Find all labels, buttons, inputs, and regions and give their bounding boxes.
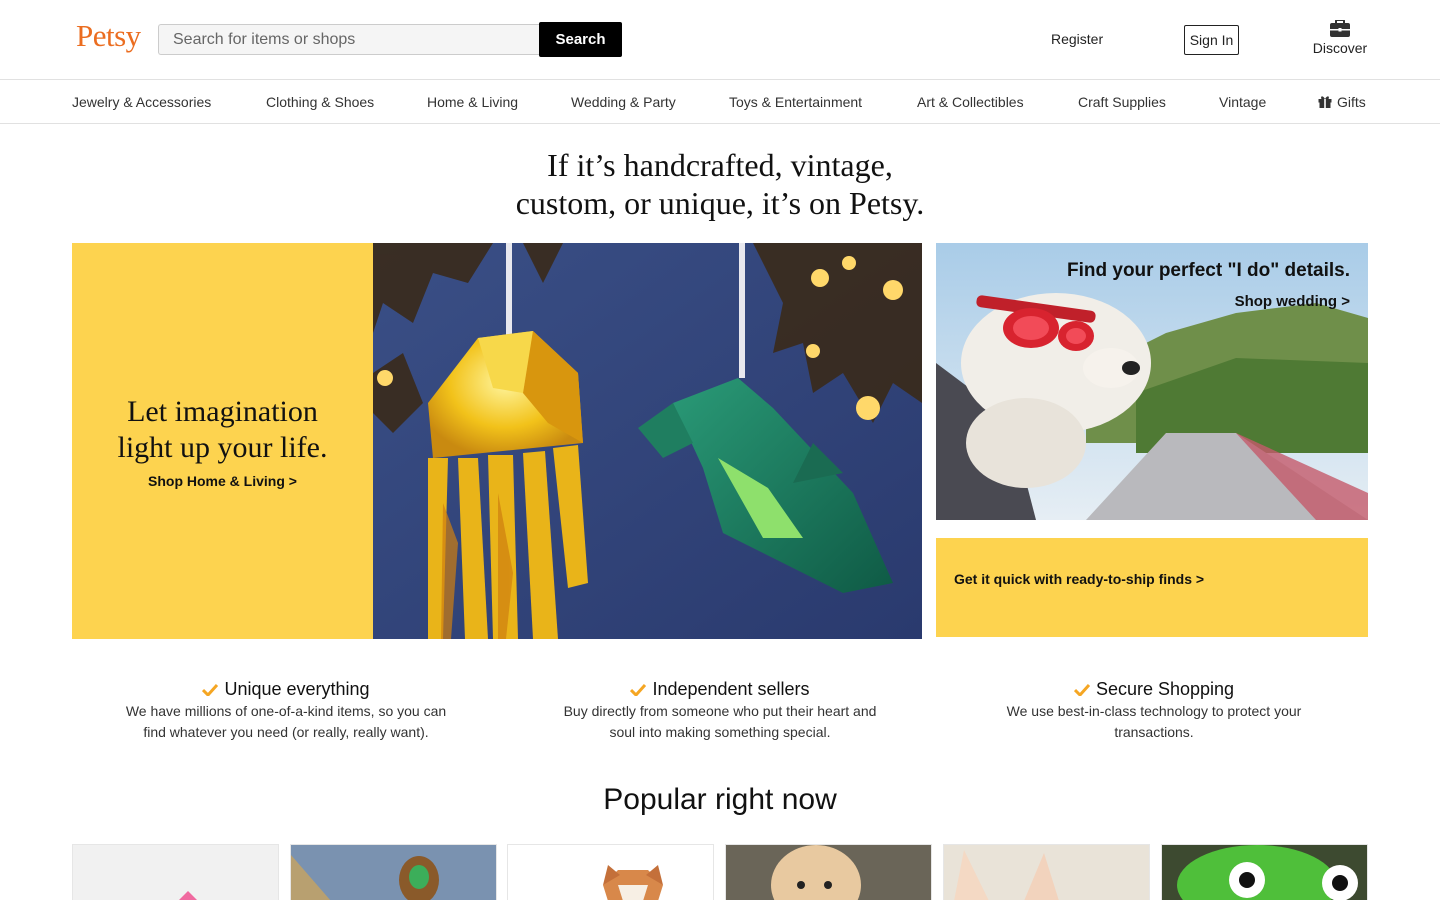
discover-label: Discover bbox=[1312, 40, 1368, 56]
hero-line-1: If it’s handcrafted, vintage, bbox=[547, 147, 893, 183]
popular-item-tile[interactable] bbox=[943, 844, 1150, 900]
checkmark-icon bbox=[630, 684, 647, 696]
nav-gifts-label: Gifts bbox=[1337, 94, 1366, 110]
popular-item-tile[interactable] bbox=[1161, 844, 1368, 900]
value-prop-desc: We have millions of one-of-a-kind items,… bbox=[125, 703, 447, 740]
dog-goggles-image bbox=[936, 243, 1368, 520]
category-nav: Jewelry & Accessories Clothing & Shoes H… bbox=[0, 80, 1440, 124]
value-prop-sellers: Independent sellers Buy directly from so… bbox=[535, 678, 905, 743]
ready-to-ship-card[interactable]: Get it quick with ready-to-ship finds > bbox=[936, 538, 1368, 637]
nav-item-wedding[interactable]: Wedding & Party bbox=[571, 94, 676, 110]
paper-lantern-image[interactable] bbox=[373, 243, 922, 639]
discover-button[interactable]: Discover bbox=[1310, 20, 1370, 62]
popular-heading: Popular right now bbox=[603, 783, 837, 816]
hero-line-2: custom, or unique, it’s on Petsy. bbox=[515, 185, 925, 221]
briefcase-icon bbox=[1330, 20, 1350, 37]
product-thumbnail bbox=[1162, 845, 1367, 900]
lantern-illustration bbox=[373, 243, 922, 639]
search-button[interactable]: Search bbox=[539, 22, 622, 57]
value-prop-title: Independent sellers bbox=[535, 678, 905, 700]
promo-title-line-2: light up your life. bbox=[117, 431, 328, 464]
nav-item-clothing[interactable]: Clothing & Shoes bbox=[266, 94, 374, 110]
wedding-promo-card[interactable] bbox=[936, 243, 1368, 520]
nav-item-jewelry[interactable]: Jewelry & Accessories bbox=[72, 94, 211, 110]
popular-item-tile[interactable] bbox=[725, 844, 932, 900]
search-input[interactable] bbox=[158, 24, 540, 55]
value-prop-title: Unique everything bbox=[101, 678, 471, 700]
nav-item-craft[interactable]: Craft Supplies bbox=[1078, 94, 1166, 110]
value-prop-unique: Unique everything We have millions of on… bbox=[101, 678, 471, 743]
gift-icon bbox=[1318, 96, 1332, 108]
value-prop-desc: We use best-in-class technology to prote… bbox=[1006, 703, 1302, 740]
hero-heading: If it’s handcrafted, vintage, custom, or… bbox=[0, 146, 1440, 222]
shop-wedding-link[interactable]: Shop wedding > bbox=[1235, 293, 1350, 310]
nav-item-home-living[interactable]: Home & Living bbox=[427, 94, 518, 110]
popular-item-tile[interactable] bbox=[290, 844, 497, 900]
product-thumbnail bbox=[179, 891, 197, 900]
product-thumbnail bbox=[603, 865, 663, 900]
value-prop-title: Secure Shopping bbox=[969, 678, 1339, 700]
nav-item-vintage[interactable]: Vintage bbox=[1219, 94, 1266, 110]
register-link[interactable]: Register bbox=[1051, 31, 1103, 47]
promo-title-line-1: Let imagination bbox=[127, 395, 318, 428]
sign-in-button[interactable]: Sign In bbox=[1184, 25, 1239, 55]
checkmark-icon bbox=[202, 684, 219, 696]
ready-to-ship-link[interactable]: Get it quick with ready-to-ship finds > bbox=[954, 571, 1204, 587]
product-thumbnail bbox=[291, 845, 496, 900]
nav-item-art[interactable]: Art & Collectibles bbox=[917, 94, 1024, 110]
site-logo[interactable]: Petsy bbox=[76, 18, 141, 54]
nav-item-gifts[interactable]: Gifts bbox=[1318, 94, 1366, 110]
home-living-promo-title: Let imagination light up your life. bbox=[72, 394, 373, 466]
product-thumbnail bbox=[954, 850, 1059, 900]
popular-item-tile[interactable] bbox=[507, 844, 714, 900]
popular-item-tile[interactable] bbox=[72, 844, 279, 900]
value-prop-secure: Secure Shopping We use best-in-class tec… bbox=[969, 678, 1339, 743]
value-prop-desc: Buy directly from someone who put their … bbox=[563, 703, 877, 740]
shop-home-living-link[interactable]: Shop Home & Living > bbox=[72, 473, 373, 489]
nav-item-toys[interactable]: Toys & Entertainment bbox=[729, 94, 862, 110]
checkmark-icon bbox=[1073, 684, 1090, 696]
wedding-promo-title: Find your perfect "I do" details. bbox=[1067, 260, 1350, 281]
product-thumbnail bbox=[726, 845, 931, 900]
site-header: Petsy Search Register Sign In Discover bbox=[0, 0, 1440, 80]
